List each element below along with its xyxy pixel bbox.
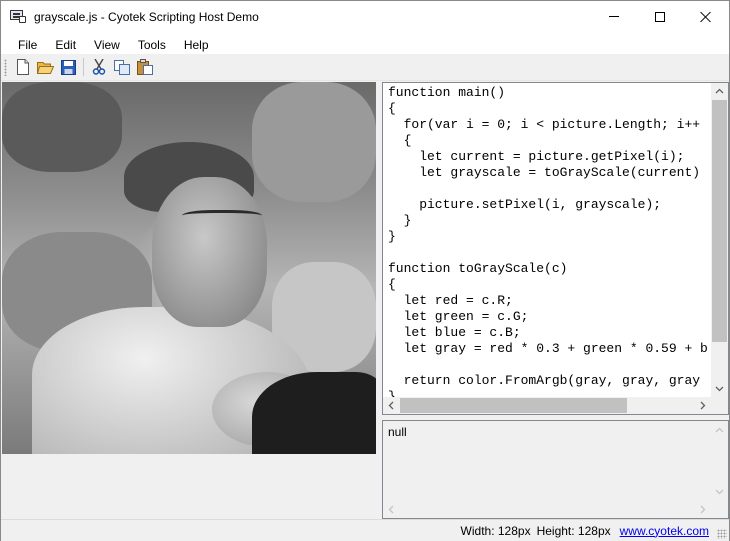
- status-width: Width: 128px: [460, 523, 531, 538]
- menu-tools[interactable]: Tools: [129, 35, 175, 52]
- new-button[interactable]: [11, 56, 34, 78]
- menu-view[interactable]: View: [85, 35, 129, 52]
- scroll-left-icon[interactable]: [387, 401, 396, 410]
- toolbar-separator: [83, 58, 84, 76]
- resize-grip[interactable]: [717, 529, 727, 539]
- title-bar[interactable]: grayscale.js - Cyotek Scripting Host Dem…: [1, 1, 729, 32]
- cut-button[interactable]: [87, 56, 110, 78]
- website-link[interactable]: www.cyotek.com: [620, 524, 709, 538]
- output-scroll-down-icon[interactable]: [715, 487, 724, 496]
- editor-horizontal-scroll-thumb[interactable]: [400, 398, 627, 413]
- scroll-up-icon[interactable]: [715, 87, 724, 96]
- output-panel[interactable]: null: [382, 420, 729, 519]
- editor-horizontal-scrollbar[interactable]: [383, 397, 711, 414]
- output-scrollbar-corner: [711, 501, 728, 518]
- close-icon: [700, 11, 712, 23]
- status-bar: Width: 128px Height: 128px www.cyotek.co…: [1, 519, 729, 541]
- save-disk-icon: [61, 59, 76, 75]
- picture-panel: [2, 82, 376, 519]
- menu-file[interactable]: File: [9, 35, 46, 52]
- output-vertical-scrollbar[interactable]: [711, 421, 728, 501]
- maximize-icon: [655, 11, 665, 22]
- scroll-right-icon[interactable]: [698, 401, 707, 410]
- menu-bar: File Edit View Tools Help: [1, 32, 729, 54]
- close-button[interactable]: [683, 1, 729, 32]
- paste-icon: [136, 59, 153, 75]
- toolbar: [1, 54, 729, 81]
- copy-button[interactable]: [110, 56, 133, 78]
- app-icon[interactable]: [10, 9, 26, 24]
- paste-button[interactable]: [133, 56, 156, 78]
- menu-help[interactable]: Help: [175, 35, 218, 52]
- output-scroll-right-icon[interactable]: [698, 505, 707, 514]
- new-file-icon: [16, 59, 29, 75]
- minimize-icon: [609, 16, 619, 17]
- window-controls: [591, 1, 729, 32]
- code-editor[interactable]: function main() { for(var i = 0; i < pic…: [382, 82, 729, 415]
- output-text: null: [388, 425, 407, 439]
- open-folder-icon: [37, 61, 54, 74]
- save-button[interactable]: [57, 56, 80, 78]
- status-height: Height: 128px: [536, 523, 611, 538]
- editor-vertical-scrollbar[interactable]: [711, 83, 728, 397]
- output-horizontal-scrollbar[interactable]: [383, 501, 711, 518]
- editor-vertical-scroll-thumb[interactable]: [712, 100, 727, 342]
- output-scroll-left-icon[interactable]: [387, 505, 396, 514]
- scrollbar-corner: [711, 397, 728, 414]
- minimize-button[interactable]: [591, 1, 637, 32]
- menu-edit[interactable]: Edit: [46, 35, 85, 52]
- app-window: grayscale.js - Cyotek Scripting Host Dem…: [0, 0, 730, 541]
- scroll-down-icon[interactable]: [715, 384, 724, 393]
- toolbar-grip[interactable]: [4, 58, 7, 76]
- window-title: grayscale.js - Cyotek Scripting Host Dem…: [34, 9, 259, 24]
- cut-scissors-icon: [92, 59, 105, 75]
- grayscale-picture: [2, 82, 376, 454]
- open-button[interactable]: [34, 56, 57, 78]
- maximize-button[interactable]: [637, 1, 683, 32]
- code-text[interactable]: function main() { for(var i = 0; i < pic…: [388, 85, 712, 397]
- copy-icon: [113, 59, 130, 75]
- output-scroll-up-icon[interactable]: [715, 426, 724, 435]
